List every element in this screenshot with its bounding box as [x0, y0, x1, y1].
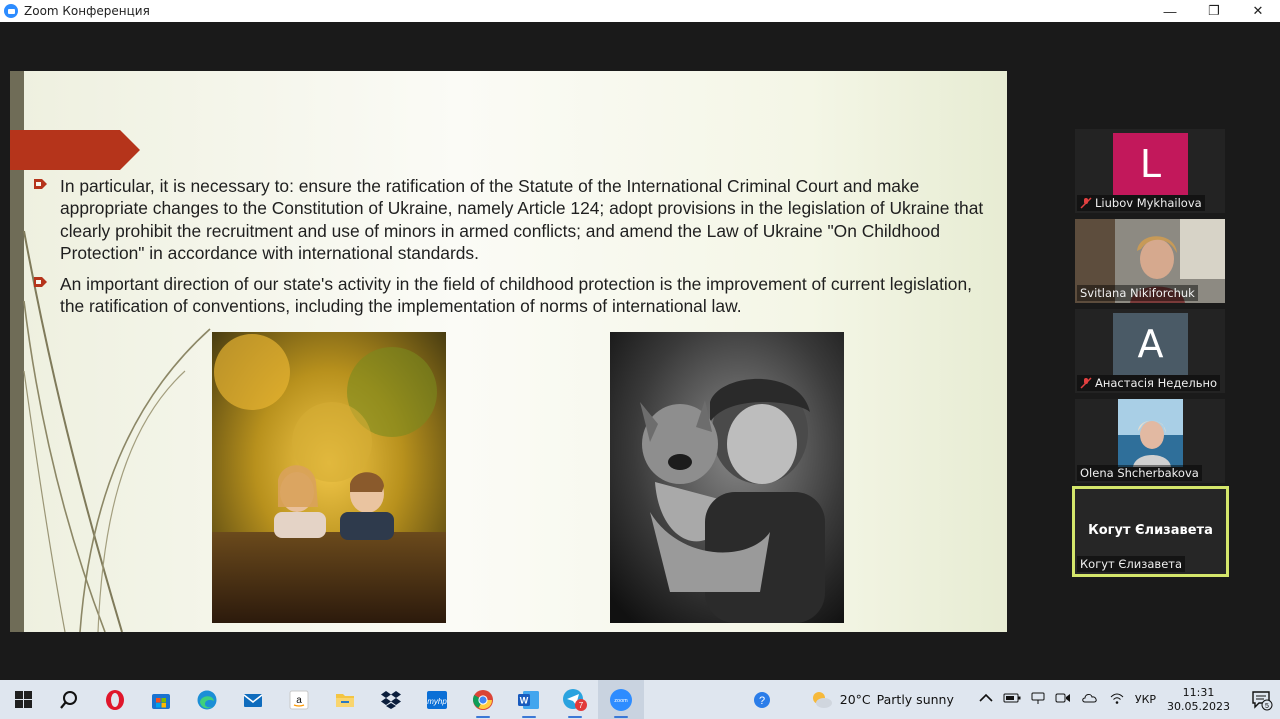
- slide-bullet-text: An important direction of our state's ac…: [60, 273, 972, 317]
- taskbar-dropbox[interactable]: [368, 680, 414, 719]
- participant-name: Когут Єлизавета: [1080, 557, 1183, 571]
- boy-with-dog-photo: [610, 332, 844, 623]
- myhp-icon: myhp: [427, 690, 447, 709]
- onedrive-cloud-icon[interactable]: [1081, 692, 1099, 707]
- window-controls: — ❐ ✕: [1148, 0, 1280, 22]
- taskbar-edge[interactable]: [184, 680, 230, 719]
- microphone-muted-icon: [1080, 197, 1092, 209]
- opera-icon: [106, 689, 124, 710]
- slide-bullet-2: An important direction of our state's ac…: [32, 273, 994, 318]
- svg-text:W: W: [520, 695, 529, 705]
- windows-logo-icon: [14, 691, 32, 708]
- svg-text:?: ?: [759, 695, 765, 707]
- meeting-area: In particular, it is necessary to: ensur…: [0, 22, 1280, 680]
- taskbar-myhp[interactable]: myhp: [414, 680, 460, 719]
- active-speaker-tile[interactable]: Когут Єлизавета Когут Єлизавета: [1072, 486, 1229, 577]
- wifi-icon[interactable]: [1109, 691, 1125, 708]
- participant-tile[interactable]: A Анастасія Недельно: [1075, 309, 1225, 393]
- svg-text:a: a: [296, 695, 302, 706]
- running-indicator: [522, 716, 536, 718]
- participant-tile[interactable]: Svitlana Nikiforchuk: [1075, 219, 1225, 303]
- participant-center-name: Когут Єлизавета: [1088, 523, 1213, 538]
- zoom-icon: zoom: [610, 688, 632, 711]
- amazon-icon: a: [289, 690, 309, 709]
- taskbar-microsoft-store[interactable]: [138, 680, 184, 719]
- meet-now-icon[interactable]: [1055, 691, 1071, 708]
- participant-avatar: A: [1113, 313, 1188, 375]
- taskbar-opera[interactable]: [92, 680, 138, 719]
- running-indicator: [568, 716, 582, 718]
- running-indicator: [614, 716, 628, 718]
- maximize-button[interactable]: ❐: [1192, 0, 1236, 22]
- network-drive-icon[interactable]: [1031, 691, 1045, 708]
- running-indicator: [476, 716, 490, 718]
- participant-avatar: L: [1113, 133, 1188, 195]
- folder-icon: [336, 693, 354, 707]
- telegram-badge-count: 7: [579, 701, 584, 710]
- notification-count: 5: [1265, 703, 1269, 710]
- participant-name-label: Svitlana Nikiforchuk: [1077, 285, 1198, 301]
- chevron-up-icon[interactable]: [979, 693, 993, 706]
- notification-center-button[interactable]: 5: [1244, 680, 1280, 719]
- participant-name-label: Анастасія Недельно: [1077, 375, 1221, 391]
- weather-condition: Partly sunny: [876, 692, 954, 707]
- word-icon: W: [518, 690, 539, 709]
- language-indicator[interactable]: УКР: [1135, 693, 1156, 706]
- children-autumn-photo: [212, 332, 446, 623]
- taskbar-clock[interactable]: 11:31 30.05.2023: [1167, 686, 1230, 714]
- slide-bullet-list: In particular, it is necessary to: ensur…: [32, 175, 994, 325]
- edge-icon: [197, 690, 217, 709]
- taskbar-zoom[interactable]: zoom: [598, 680, 644, 719]
- system-tray: ? 20°C Partly sunny УКР 11:31 30.05.2023…: [746, 680, 1280, 719]
- taskbar-word[interactable]: W: [506, 680, 552, 719]
- taskbar-telegram[interactable]: 7: [552, 680, 598, 719]
- weather-widget[interactable]: 20°C Partly sunny: [810, 689, 954, 711]
- mail-icon: [243, 693, 263, 707]
- taskbar-search-button[interactable]: [46, 680, 92, 719]
- taskbar-mail[interactable]: [230, 680, 276, 719]
- participant-name: Olena Shcherbakova: [1080, 466, 1199, 480]
- clock-date: 30.05.2023: [1167, 699, 1230, 713]
- battery-icon[interactable]: [1003, 692, 1021, 707]
- slide-bullet-1: In particular, it is necessary to: ensur…: [32, 175, 994, 265]
- store-icon: [152, 693, 170, 709]
- chrome-icon: [472, 689, 493, 710]
- svg-text:myhp: myhp: [427, 697, 447, 706]
- notification-icon: 5: [1252, 690, 1273, 710]
- windows-start-button[interactable]: [0, 680, 46, 719]
- bullet-arrow-icon: [32, 175, 60, 265]
- dropbox-icon: [381, 690, 401, 709]
- participant-name-label: Olena Shcherbakova: [1077, 465, 1202, 481]
- zoom-app-icon: [4, 4, 18, 18]
- help-icon: ?: [753, 691, 770, 708]
- participant-tile[interactable]: Olena Shcherbakova: [1075, 399, 1225, 483]
- slide-bullet-text: In particular, it is necessary to: ensur…: [60, 176, 984, 264]
- svg-text:zoom: zoom: [614, 698, 628, 704]
- title-arrow-banner: [10, 130, 140, 170]
- taskbar-amazon[interactable]: a: [276, 680, 322, 719]
- participant-name-label: Когут Єлизавета: [1077, 556, 1186, 572]
- partly-sunny-icon: [812, 691, 832, 708]
- window-titlebar: Zoom Конференция — ❐ ✕: [0, 0, 1280, 22]
- microphone-muted-icon: [1080, 377, 1092, 389]
- participant-name: Liubov Mykhailova: [1095, 196, 1202, 210]
- window-title: Zoom Конференция: [24, 4, 150, 18]
- telegram-icon: 7: [563, 688, 587, 711]
- search-icon: [60, 690, 77, 709]
- participant-name: Анастасія Недельно: [1095, 376, 1218, 390]
- taskbar-file-explorer[interactable]: [322, 680, 368, 719]
- tray-help-button[interactable]: ?: [746, 680, 780, 719]
- participant-name: Svitlana Nikiforchuk: [1080, 286, 1195, 300]
- bullet-arrow-icon: [32, 273, 60, 318]
- participant-tile[interactable]: L Liubov Mykhailova: [1075, 129, 1225, 213]
- close-button[interactable]: ✕: [1236, 0, 1280, 22]
- shared-screen-slide: In particular, it is necessary to: ensur…: [10, 71, 1007, 632]
- windows-taskbar: a myhp W 7 zoom ? 20°C Partly sunny УКР …: [0, 680, 1280, 719]
- participant-name-label: Liubov Mykhailova: [1077, 195, 1205, 211]
- minimize-button[interactable]: —: [1148, 0, 1192, 22]
- clock-time: 11:31: [1182, 685, 1215, 699]
- weather-temperature: 20°C: [839, 692, 871, 707]
- taskbar-chrome[interactable]: [460, 680, 506, 719]
